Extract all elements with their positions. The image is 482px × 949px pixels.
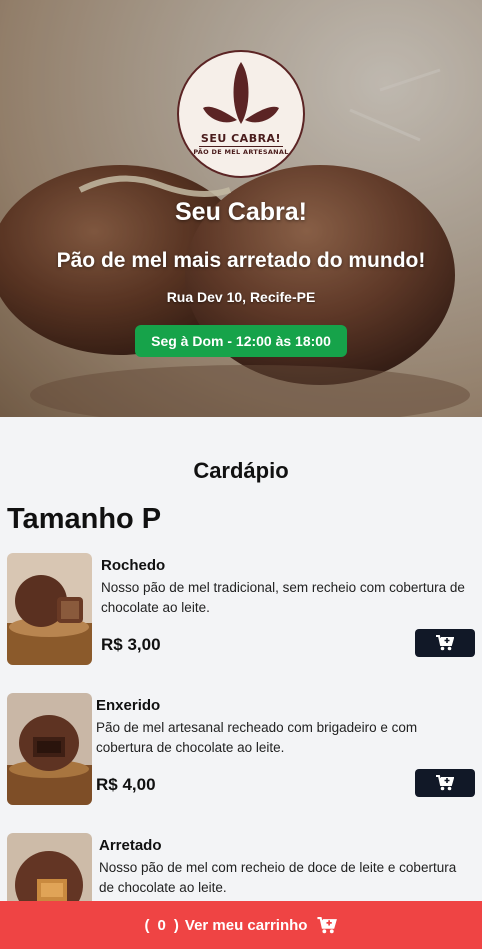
store-tagline: Pão de mel mais arretado do mundo! (56, 249, 426, 272)
cart-plus-icon (436, 775, 454, 791)
product-image (7, 553, 92, 665)
leaf-logo-icon (203, 62, 279, 124)
cart-count-close-paren: ) (173, 916, 179, 934)
brand-logo: SEU CABRA! PÃO DE MEL ARTESANAL (177, 50, 305, 178)
store-address: Rua Dev 10, Recife-PE (166, 289, 316, 305)
cart-count: ( 0 ) (145, 917, 179, 934)
cart-count-open-paren: ( (144, 916, 150, 934)
cart-icon (317, 916, 338, 933)
hero-banner: SEU CABRA! PÃO DE MEL ARTESANAL Seu Cabr… (0, 0, 482, 417)
product-name: Enxerido (96, 697, 161, 714)
size-section-title: Tamanho P (7, 503, 162, 535)
menu-item: Enxerido Pão de mel artesanal recheado c… (7, 693, 475, 805)
menu-item: Rochedo Nosso pão de mel tradicional, se… (7, 553, 475, 665)
product-price: R$ 3,00 (101, 635, 161, 654)
product-description: Nosso pão de mel tradicional, sem rechei… (101, 580, 465, 615)
store-name: Seu Cabra! (175, 198, 307, 226)
product-image (7, 693, 92, 805)
logo-subtitle: PÃO DE MEL ARTESANAL (193, 148, 289, 156)
view-cart-label: Ver meu carrinho (184, 916, 308, 934)
cart-plus-icon (436, 635, 454, 651)
menu-section: Cardápio Tamanho P Rochedo Nosso pão de … (0, 417, 482, 949)
product-description: Nosso pão de mel com recheio de doce de … (99, 860, 457, 895)
product-name: Rochedo (101, 557, 166, 574)
menu-title: Cardápio (193, 458, 289, 483)
product-name: Arretado (99, 837, 162, 854)
product-price: R$ 4,00 (96, 775, 156, 794)
product-description: Pão de mel artesanal recheado com brigad… (96, 720, 418, 755)
add-to-cart-button[interactable] (415, 629, 475, 657)
logo-divider (199, 146, 283, 147)
logo-brand-name: SEU CABRA! (200, 132, 282, 145)
cart-count-value: 0 (157, 916, 166, 934)
add-to-cart-button[interactable] (415, 769, 475, 797)
opening-hours-badge: Seg à Dom - 12:00 às 18:00 (135, 325, 347, 357)
view-cart-button[interactable]: ( 0 ) Ver meu carrinho (0, 901, 482, 949)
